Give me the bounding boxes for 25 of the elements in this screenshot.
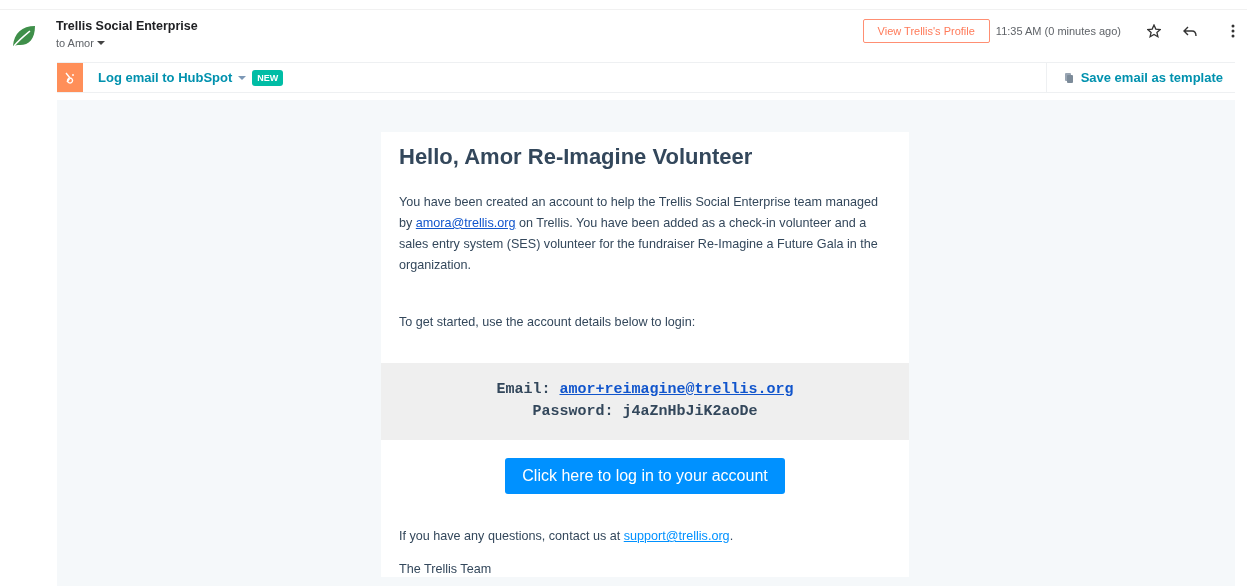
credential-value: j4aZnHbJiK2aoDe — [622, 403, 758, 420]
credential-label: Email: — [496, 381, 551, 398]
contact-text: If you have any questions, contact us at support@trellis.org. — [398, 528, 735, 545]
login-button[interactable]: Click here to log in to your account — [505, 458, 785, 494]
intro-paragraph: You have been created an account to help the Trellis Social Enterprise team managed by amora@trellis.org on Trellis. You have been added as a check-in volunteer and a sales entry system (SES) volunteer for the fundraiser Re-Imagine a Future Gala in the organization. — [398, 194, 880, 274]
credential-link[interactable]: amor+reimagine@trellis.org — [559, 381, 794, 398]
caret-icon — [238, 75, 247, 80]
new-badge: NEW — [252, 69, 284, 86]
caret-icon — [96, 41, 105, 45]
copy-icon — [1064, 72, 1073, 83]
star-icon[interactable] — [1147, 24, 1161, 38]
log-email-dropdown[interactable]: Log email to HubSpot — [98, 70, 247, 85]
credential-label: Password: — [532, 403, 614, 420]
email-link[interactable]: support@trellis.org — [623, 529, 730, 543]
instructions-text: To get started, use the account details below to login: — [398, 314, 697, 331]
view-profile-button[interactable]: View Trellis's Profile — [862, 19, 990, 43]
recipient-toggle[interactable]: to Amor — [56, 37, 198, 49]
more-options-icon[interactable] — [1231, 24, 1235, 38]
reply-icon[interactable] — [1183, 25, 1197, 37]
save-template-link[interactable]: Save email as template — [1064, 70, 1223, 85]
email-link[interactable]: amora@trellis.org — [415, 216, 516, 230]
sender-name: Trellis Social Enterprise — [56, 19, 198, 33]
timestamp: 11:35 AM (0 minutes ago) — [995, 25, 1121, 37]
signoff-text: The Trellis Team — [398, 561, 493, 577]
greeting-heading: Hello, Amor Re-Imagine Volunteer — [398, 143, 754, 170]
